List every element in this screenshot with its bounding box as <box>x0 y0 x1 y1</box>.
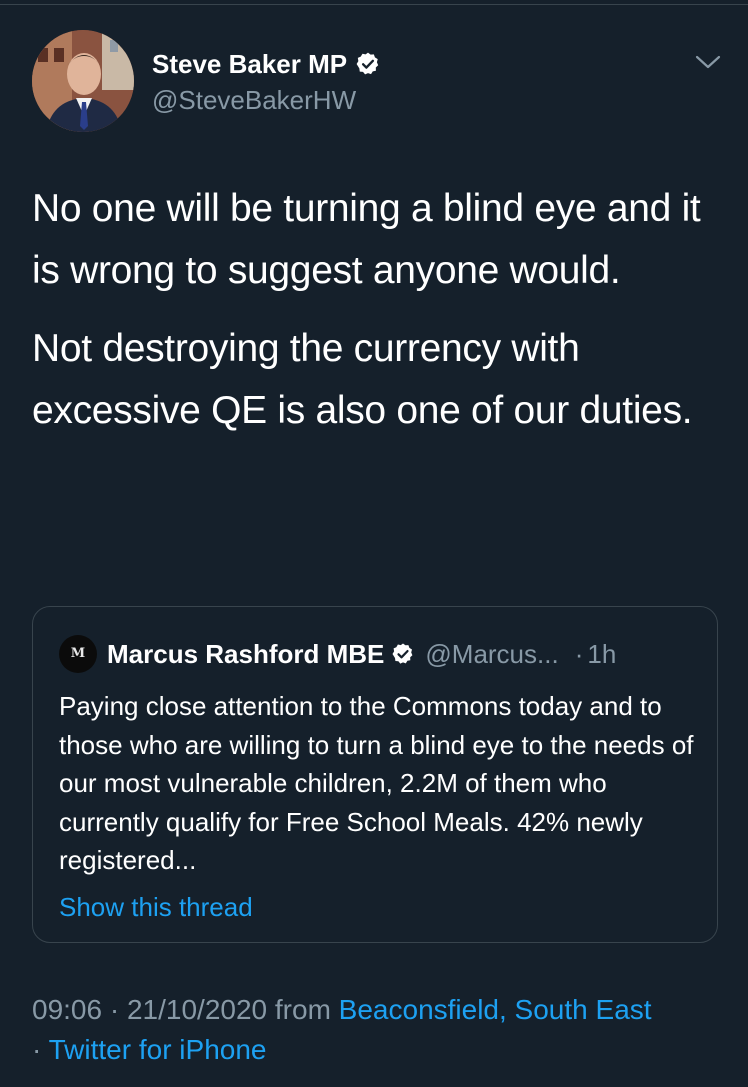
quoted-tweet[interactable]: M Marcus Rashford MBE @Marcus... · 1h Pa… <box>32 606 718 943</box>
quoted-tweet-time: 1h <box>587 638 617 669</box>
source-link[interactable]: Twitter for iPhone <box>49 1034 267 1065</box>
avatar[interactable] <box>32 30 134 132</box>
author-handle[interactable]: @SteveBakerHW <box>152 84 356 116</box>
location-link[interactable]: Beaconsfield, South East <box>339 994 652 1025</box>
tweet-detail: Steve Baker MP @SteveBakerHW No one will… <box>0 0 748 1087</box>
author-name-row[interactable]: Steve Baker MP <box>152 48 381 80</box>
quoted-tweet-header: M Marcus Rashford MBE @Marcus... · 1h <box>59 635 616 673</box>
tweet-paragraph: No one will be turning a blind eye and i… <box>32 187 701 292</box>
divider <box>0 4 748 5</box>
quoted-avatar-logo: M <box>70 646 86 661</box>
separator-dot: · <box>102 994 127 1025</box>
quoted-author-handle: @Marcus... <box>425 638 559 669</box>
author-display-name[interactable]: Steve Baker MP <box>152 48 347 80</box>
verified-badge-icon <box>355 51 381 77</box>
tweet-meta: 09:06 · 21/10/2020 from Beaconsfield, So… <box>32 990 732 1070</box>
from-label: from <box>267 994 339 1025</box>
verified-badge-icon <box>391 642 415 666</box>
show-thread-link[interactable]: Show this thread <box>59 891 253 923</box>
tweet-paragraph: Not destroying the currency with excessi… <box>32 327 693 432</box>
tweet-date: 21/10/2020 <box>126 994 268 1025</box>
quoted-author-avatar: M <box>59 635 97 673</box>
separator-dot: · <box>32 1034 49 1065</box>
separator-dot: · <box>574 638 584 669</box>
tweet-text: No one will be turning a blind eye and i… <box>32 178 722 442</box>
tweet-time: 09:06 <box>32 994 103 1025</box>
quoted-author-name: Marcus Rashford MBE <box>107 638 385 669</box>
quoted-tweet-text: Paying close attention to the Commons to… <box>59 691 694 875</box>
chevron-down-icon[interactable] <box>694 52 722 72</box>
